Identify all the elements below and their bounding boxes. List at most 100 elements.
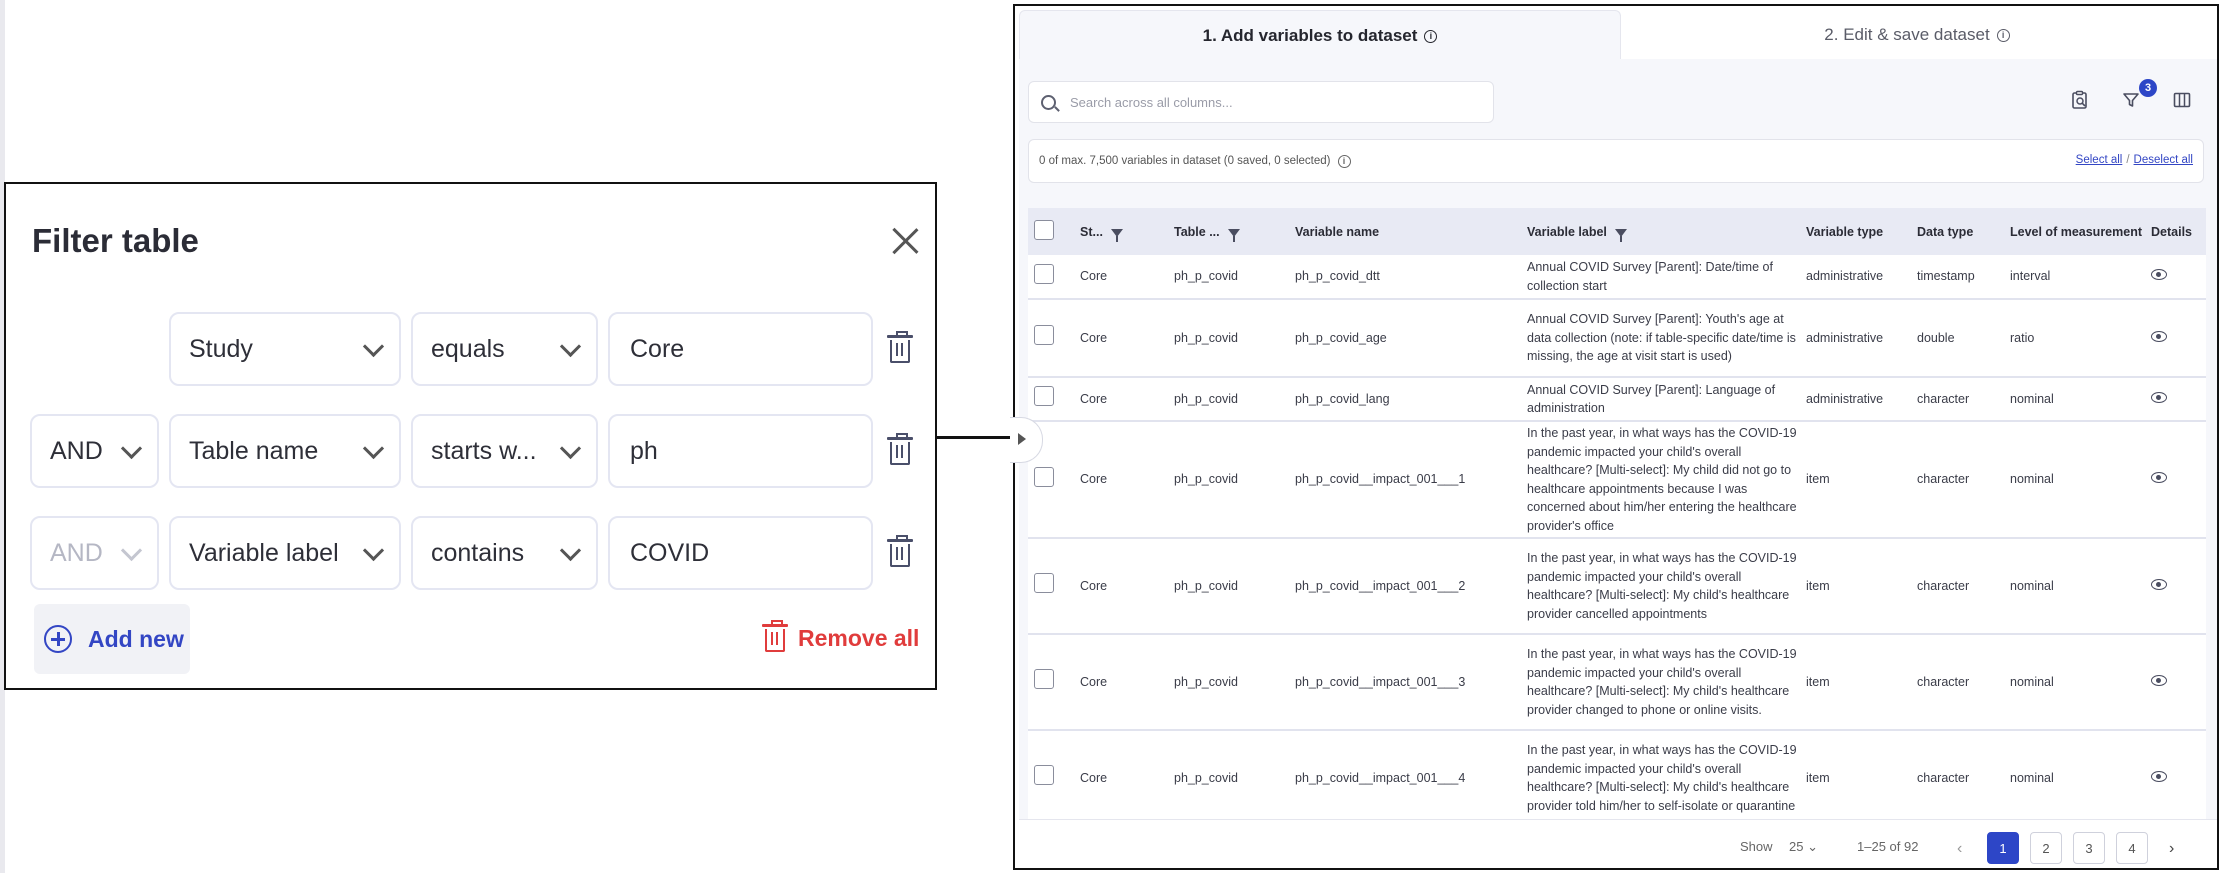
header-variable-label[interactable]: Variable label [1521, 208, 1800, 255]
eye-icon[interactable] [2151, 472, 2167, 484]
eye-icon[interactable] [2151, 269, 2167, 281]
trash-icon[interactable] [887, 331, 913, 363]
table-row[interactable]: Core ph_p_covid ph_p_covid__impact_001__… [1028, 421, 2206, 539]
row-checkbox[interactable] [1034, 669, 1054, 690]
eye-icon[interactable] [2151, 674, 2167, 686]
chevron-left-icon[interactable]: ‹ [1957, 840, 1962, 858]
cell-details [2145, 299, 2206, 378]
field-select-row-2[interactable]: Table name [169, 414, 401, 488]
header-study[interactable]: St... [1074, 208, 1168, 255]
field-select-row-3[interactable]: Variable label [169, 516, 401, 590]
cell-data-type: character [1911, 421, 2004, 539]
operator-select-row-2[interactable]: starts w... [411, 414, 598, 488]
columns-icon[interactable] [2172, 90, 2192, 110]
header-label: Details [2151, 224, 2192, 239]
eye-icon[interactable] [2151, 330, 2167, 342]
cell-level-of-measurement: interval [2004, 255, 2145, 300]
page-button-3[interactable]: 3 [2073, 832, 2105, 864]
page-button-4[interactable]: 4 [2116, 832, 2148, 864]
connector-select-row-3[interactable]: AND [30, 516, 159, 590]
header-data-type[interactable]: Data type [1911, 208, 2004, 255]
row-select-cell [1028, 377, 1074, 422]
chevron-right-icon[interactable]: › [2169, 840, 2174, 858]
row-checkbox[interactable] [1034, 263, 1054, 284]
trash-icon[interactable] [887, 433, 913, 465]
search-field[interactable] [1028, 81, 1494, 123]
row-checkbox[interactable] [1034, 325, 1054, 346]
add-new-button[interactable]: Add new [34, 604, 190, 674]
operator-select-row-1[interactable]: equals [411, 312, 598, 386]
deselect-all-link[interactable]: Deselect all [2134, 154, 2193, 166]
cell-variable-label: In the past year, in what ways has the C… [1521, 634, 1800, 731]
filter-icon[interactable] [1614, 228, 1627, 242]
row-checkbox[interactable] [1034, 573, 1054, 594]
pagination-footer: Show 25 ⌄ 1–25 of 92 ‹ 1 2 3 4 › [1019, 819, 2217, 868]
show-label: Show [1740, 839, 1773, 854]
table-row[interactable]: Core ph_p_covid ph_p_covid__impact_001__… [1028, 730, 2206, 827]
cell-variable-type: item [1800, 730, 1911, 827]
chevron-down-icon [362, 539, 385, 562]
header-variable-name[interactable]: Variable name [1289, 208, 1521, 255]
row-select-cell [1028, 634, 1074, 731]
table-row[interactable]: Core ph_p_covid ph_p_covid_lang Annual C… [1028, 377, 2206, 422]
page-range: 1–25 of 92 [1857, 839, 1919, 854]
remove-all-label: Remove all [798, 624, 920, 651]
field-select-row-1[interactable]: Study [169, 312, 401, 386]
eye-icon[interactable] [2151, 770, 2167, 782]
row-checkbox[interactable] [1034, 765, 1054, 786]
eye-icon[interactable] [2151, 578, 2167, 590]
select-all-link[interactable]: Select all [2076, 154, 2123, 166]
cell-variable-label: Annual COVID Survey [Parent]: Date/time … [1521, 255, 1800, 300]
clipboard-search-icon[interactable] [2070, 90, 2090, 110]
header-level-of-measurement[interactable]: Level of measurement [2004, 208, 2145, 255]
chevron-down-icon [559, 437, 582, 460]
value-input-row-2[interactable]: ph [608, 414, 873, 488]
close-icon[interactable] [890, 226, 920, 256]
table-row[interactable]: Core ph_p_covid ph_p_covid__impact_001__… [1028, 538, 2206, 635]
page-size-select[interactable]: 25 ⌄ [1789, 839, 1818, 855]
value-input-row-1[interactable]: Core [608, 312, 873, 386]
cell-table-name: ph_p_covid [1168, 255, 1289, 300]
page-button-1[interactable]: 1 [1987, 832, 2019, 864]
row-checkbox[interactable] [1034, 466, 1054, 487]
cell-table-name: ph_p_covid [1168, 377, 1289, 422]
dataset-count-text: 0 of max. 7,500 variables in dataset (0 … [1039, 155, 1331, 167]
cell-study: Core [1074, 255, 1168, 300]
table-row[interactable]: Core ph_p_covid ph_p_covid__impact_001__… [1028, 634, 2206, 731]
filter-icon[interactable] [1110, 228, 1123, 242]
value-input-row-3[interactable]: COVID [608, 516, 873, 590]
page-button-2[interactable]: 2 [2030, 832, 2062, 864]
filter-icon[interactable] [1227, 228, 1240, 242]
connector-arrow [937, 436, 1014, 439]
operator-select-label: equals [431, 334, 505, 363]
header-table-name[interactable]: Table ... [1168, 208, 1289, 255]
info-icon[interactable]: i [1424, 29, 1438, 43]
table-row[interactable]: Core ph_p_covid ph_p_covid_age Annual CO… [1028, 299, 2206, 378]
cell-variable-type: administrative [1800, 299, 1911, 378]
connector-select-row-2[interactable]: AND [30, 414, 159, 488]
tab-edit-save-dataset[interactable]: 2. Edit & save dataset i [1619, 10, 2215, 61]
page-size-value: 25 [1789, 839, 1804, 854]
info-icon[interactable]: i [1337, 154, 1351, 168]
tab-add-variables[interactable]: 1. Add variables to dataset i [1019, 10, 1621, 61]
operator-select-row-3[interactable]: contains [411, 516, 598, 590]
value-input-text: ph [630, 436, 658, 465]
table-row[interactable]: Core ph_p_covid ph_p_covid_dtt Annual CO… [1028, 255, 2206, 300]
select-all-checkbox[interactable] [1034, 220, 1054, 240]
trash-icon[interactable] [887, 535, 913, 567]
cell-details [2145, 634, 2206, 731]
filter-icon[interactable] [2121, 90, 2141, 110]
search-input[interactable] [1068, 93, 1472, 111]
header-label: St... [1080, 224, 1103, 239]
row-select-cell [1028, 299, 1074, 378]
cell-details [2145, 538, 2206, 635]
eye-icon[interactable] [2151, 391, 2167, 403]
chevron-down-icon [362, 335, 385, 358]
cell-variable-name: ph_p_covid_lang [1289, 377, 1521, 422]
header-variable-type[interactable]: Variable type [1800, 208, 1911, 255]
row-select-cell [1028, 538, 1074, 635]
remove-all-button[interactable]: Remove all [762, 620, 920, 652]
info-icon[interactable]: i [1996, 28, 2010, 42]
row-checkbox[interactable] [1034, 386, 1054, 407]
header-label: Data type [1917, 224, 1974, 239]
